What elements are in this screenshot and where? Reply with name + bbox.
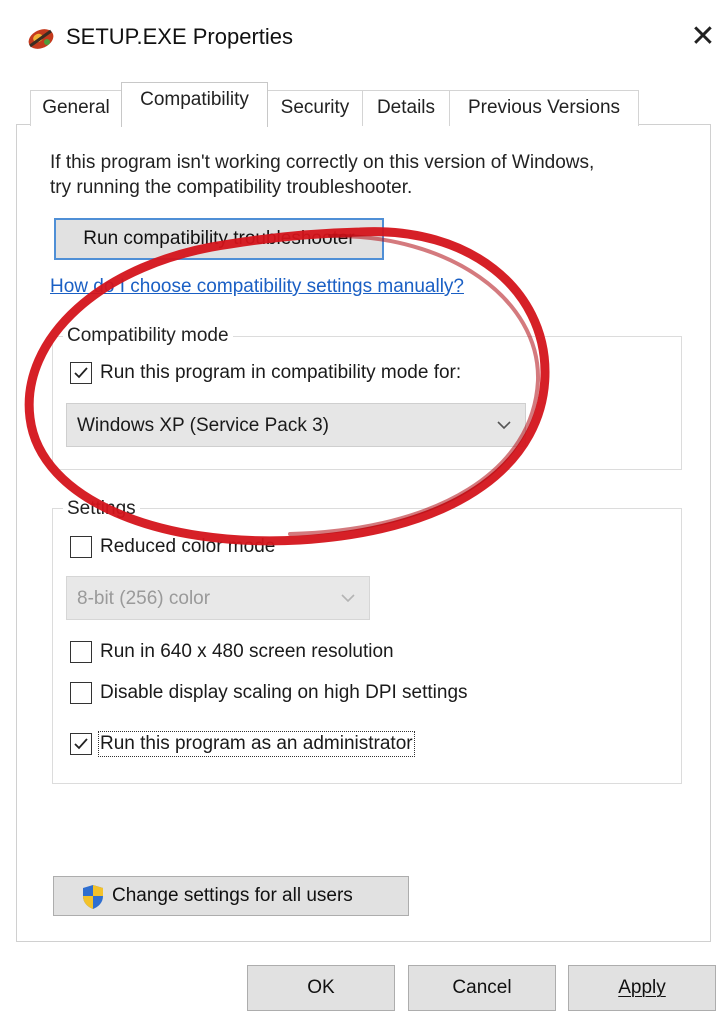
dpi-scaling-checkbox[interactable]: [70, 682, 92, 704]
settings-label: Settings: [63, 498, 140, 520]
dpi-scaling-row[interactable]: Disable display scaling on high DPI sett…: [70, 682, 468, 704]
tab-compatibility[interactable]: Compatibility: [121, 82, 268, 127]
compat-mode-checkbox[interactable]: [70, 362, 92, 384]
tab-previous-versions[interactable]: Previous Versions: [449, 90, 639, 126]
color-depth-value: 8-bit (256) color: [77, 588, 211, 609]
color-depth-select: 8-bit (256) color: [66, 576, 370, 620]
ok-button[interactable]: OK: [247, 965, 395, 1011]
res-640-checkbox[interactable]: [70, 641, 92, 663]
tab-general[interactable]: General: [30, 90, 122, 126]
close-icon: ✕: [690, 20, 716, 53]
reduced-color-checkbox[interactable]: [70, 536, 92, 558]
run-as-admin-row[interactable]: Run this program as an administrator: [70, 731, 415, 757]
close-button[interactable]: ✕: [688, 20, 718, 54]
run-as-admin-label: Run this program as an administrator: [98, 731, 415, 757]
intro-text: If this program isn't working correctly …: [50, 150, 690, 200]
os-version-select[interactable]: Windows XP (Service Pack 3): [66, 403, 526, 447]
help-link[interactable]: How do I choose compatibility settings m…: [50, 276, 464, 298]
shield-icon: [82, 884, 104, 924]
window-title: SETUP.EXE Properties: [66, 24, 294, 49]
setup-app-icon: [26, 26, 56, 52]
compat-mode-checkbox-row[interactable]: Run this program in compatibility mode f…: [70, 362, 461, 384]
compatibility-mode-label: Compatibility mode: [63, 325, 233, 347]
intro-line-1: If this program isn't working correctly …: [50, 152, 595, 173]
tab-security[interactable]: Security: [267, 90, 363, 126]
res-640-row[interactable]: Run in 640 x 480 screen resolution: [70, 641, 394, 663]
chevron-down-icon: [495, 404, 513, 465]
run-as-admin-checkbox[interactable]: [70, 733, 92, 755]
tab-details[interactable]: Details: [362, 90, 450, 126]
cancel-button[interactable]: Cancel: [408, 965, 556, 1011]
run-troubleshooter-button[interactable]: Run compatibility troubleshooter: [54, 218, 384, 260]
os-version-value: Windows XP (Service Pack 3): [77, 415, 330, 436]
change-all-users-label: Change settings for all users: [112, 885, 353, 906]
reduced-color-row[interactable]: Reduced color mode: [70, 536, 275, 558]
change-all-users-button[interactable]: Change settings for all users: [53, 876, 409, 916]
dpi-scaling-label: Disable display scaling on high DPI sett…: [100, 682, 468, 703]
apply-button[interactable]: Apply: [568, 965, 716, 1011]
intro-line-2: try running the compatibility troublesho…: [50, 177, 413, 198]
reduced-color-label: Reduced color mode: [100, 536, 276, 557]
res-640-label: Run in 640 x 480 screen resolution: [100, 641, 394, 662]
chevron-down-icon: [339, 577, 357, 638]
compat-mode-checkbox-label: Run this program in compatibility mode f…: [100, 362, 462, 383]
